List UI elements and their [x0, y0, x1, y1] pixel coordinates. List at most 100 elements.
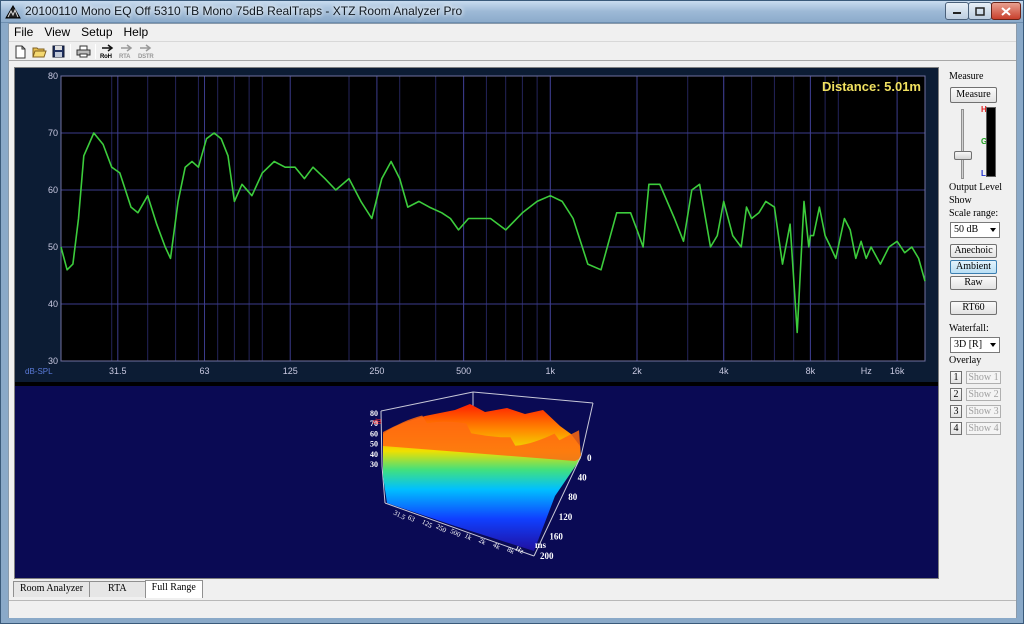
waterfall-chart: 807060504030dB04080120160200ms31.5 63 125 2…	[370, 391, 594, 561]
rt60-button[interactable]: RT60	[950, 301, 997, 315]
waterfall-box-edge	[472, 391, 594, 404]
client-area: File View Setup Help RoH RTA DSTR 31.5 6…	[8, 23, 1017, 618]
toolbar-separator	[70, 44, 71, 59]
minimize-button[interactable]	[945, 2, 969, 20]
side-panel: Measure Measure H G L Output Level Show …	[944, 67, 1008, 579]
y-tick-label: 60	[48, 185, 58, 195]
waterfall-freq-tick: 2k	[477, 536, 487, 547]
minimize-icon	[953, 12, 961, 14]
distance-readout: Distance: 5.01m	[822, 79, 921, 94]
arrow-right-icon	[120, 44, 132, 52]
menu-file[interactable]: File	[9, 24, 39, 40]
raw-button[interactable]: Raw	[950, 276, 997, 290]
y-tick-label: 50	[48, 242, 58, 252]
waterfall-freq-tick: 500	[449, 527, 462, 539]
rta1-button[interactable]: RoH	[99, 43, 116, 60]
x-tick-label: 250	[369, 366, 384, 376]
waterfall-z-tick: 80	[370, 409, 378, 418]
scale-range-select[interactable]: 50 dB	[950, 222, 1000, 238]
y-tick-label: 80	[48, 71, 58, 81]
frequency-response-plot[interactable]: 31.5 63 125 250 500 1k 2k 4k 8k 16k Hz 80 70 60 50 40 30…	[15, 68, 938, 382]
overlay-3-button[interactable]: 3	[950, 405, 962, 418]
overlay-2-show[interactable]: Show 2	[966, 388, 1001, 401]
view-tabs: Room Analyzer RTA Full Range	[13, 580, 203, 598]
arrow-right-icon	[101, 44, 113, 52]
y-tick-label: 40	[48, 299, 58, 309]
x-tick-label: 31.5	[109, 366, 127, 376]
new-file-button[interactable]	[12, 43, 29, 60]
menu-help[interactable]: Help	[119, 24, 155, 40]
maximize-button[interactable]	[968, 2, 992, 20]
waterfall-time-tick: 80	[568, 492, 578, 502]
rta3-button[interactable]: DSTR	[137, 43, 154, 60]
open-file-button[interactable]	[31, 43, 48, 60]
scale-range-label: Scale range:	[949, 208, 999, 219]
tab-room-analyzer[interactable]: Room Analyzer	[13, 581, 91, 597]
scale-range-value: 50 dB	[954, 224, 979, 235]
waterfall-time-tick: 40	[578, 473, 588, 483]
x-tick-label: 8k	[806, 366, 816, 376]
overlay-label: Overlay	[949, 355, 982, 366]
output-level-meter	[986, 107, 996, 177]
waterfall-box-edge	[380, 391, 474, 412]
rta2-button[interactable]: RTA	[118, 43, 135, 60]
overlay-2-button[interactable]: 2	[950, 388, 962, 401]
save-icon	[52, 45, 65, 58]
printer-icon	[76, 45, 91, 58]
overlay-3-show[interactable]: Show 3	[966, 405, 1001, 418]
x-tick-label: 1k	[546, 366, 556, 376]
waterfall-select[interactable]: 3D [R]	[950, 337, 1000, 353]
waterfall-time-tick: 160	[549, 531, 563, 541]
waterfall-label: Waterfall:	[949, 323, 989, 334]
status-bar	[9, 600, 1016, 618]
open-folder-icon	[32, 47, 47, 58]
overlay-1-button[interactable]: 1	[950, 371, 962, 384]
x-tick-label: 63	[200, 366, 210, 376]
close-button[interactable]	[991, 2, 1021, 20]
waterfall-z-unit: dB	[373, 419, 382, 426]
y-tick-label: 30	[48, 356, 58, 366]
waterfall-z-tick: 40	[370, 450, 378, 459]
rta2-label: RTA	[119, 54, 131, 60]
waterfall-z-tick: 60	[370, 429, 378, 438]
toolbar-separator	[95, 44, 96, 59]
menu-bar: File View Setup Help	[9, 24, 1016, 40]
waterfall-freq-tick: 63	[406, 513, 416, 524]
y-unit-label: dB-SPL	[25, 367, 53, 376]
print-button[interactable]	[75, 43, 92, 60]
toolbar: RoH RTA DSTR	[9, 41, 1016, 61]
waterfall-value: 3D [R]	[954, 339, 983, 350]
measure-label: Measure	[949, 71, 984, 82]
x-tick-label: 125	[283, 366, 298, 376]
waterfall-time-tick: 0	[587, 453, 592, 463]
waterfall-plot[interactable]: 80 70 60 50 40 30 dB 0 40 80 120 160 200 ms 31.5 63 125 2…	[15, 386, 938, 578]
tab-rta[interactable]: RTA	[89, 581, 146, 597]
menu-view[interactable]: View	[39, 24, 76, 40]
overlay-4-show[interactable]: Show 4	[966, 422, 1001, 435]
waterfall-time-unit: ms	[535, 540, 546, 550]
overlay-4-button[interactable]: 4	[950, 422, 962, 435]
menu-setup[interactable]: Setup	[76, 24, 118, 40]
anechoic-button[interactable]: Anechoic	[950, 244, 997, 258]
rta1-label: RoH	[100, 54, 112, 60]
show-label: Show	[949, 195, 972, 206]
waterfall-z-tick: 50	[370, 440, 378, 449]
ambient-button[interactable]: Ambient	[950, 260, 997, 274]
analyzer-panel: 31.5 63 125 250 500 1k 2k 4k 8k 16k Hz 80 70 60 50 40 30…	[14, 67, 939, 579]
title-bar[interactable]: 20100110 Mono EQ Off 5310 TB Mono 75dB R…	[1, 1, 1023, 23]
waterfall-time-tick: 120	[559, 512, 573, 522]
save-button[interactable]	[50, 43, 67, 60]
new-file-icon	[15, 45, 26, 58]
x-tick-label: 16k	[890, 366, 905, 376]
tab-full-range[interactable]: Full Range	[144, 580, 203, 598]
overlay-1-show[interactable]: Show 1	[966, 371, 1001, 384]
measure-button[interactable]: Measure	[950, 87, 997, 103]
waterfall-z-tick: 30	[370, 460, 378, 469]
arrow-right-icon	[139, 44, 151, 52]
app-icon	[5, 5, 21, 19]
waterfall-freq-tick: 4k	[491, 541, 501, 552]
x-tick-label: 4k	[719, 366, 729, 376]
chevron-down-icon	[990, 343, 996, 347]
x-unit-label: Hz	[861, 366, 872, 376]
output-level-slider[interactable]	[954, 151, 972, 160]
